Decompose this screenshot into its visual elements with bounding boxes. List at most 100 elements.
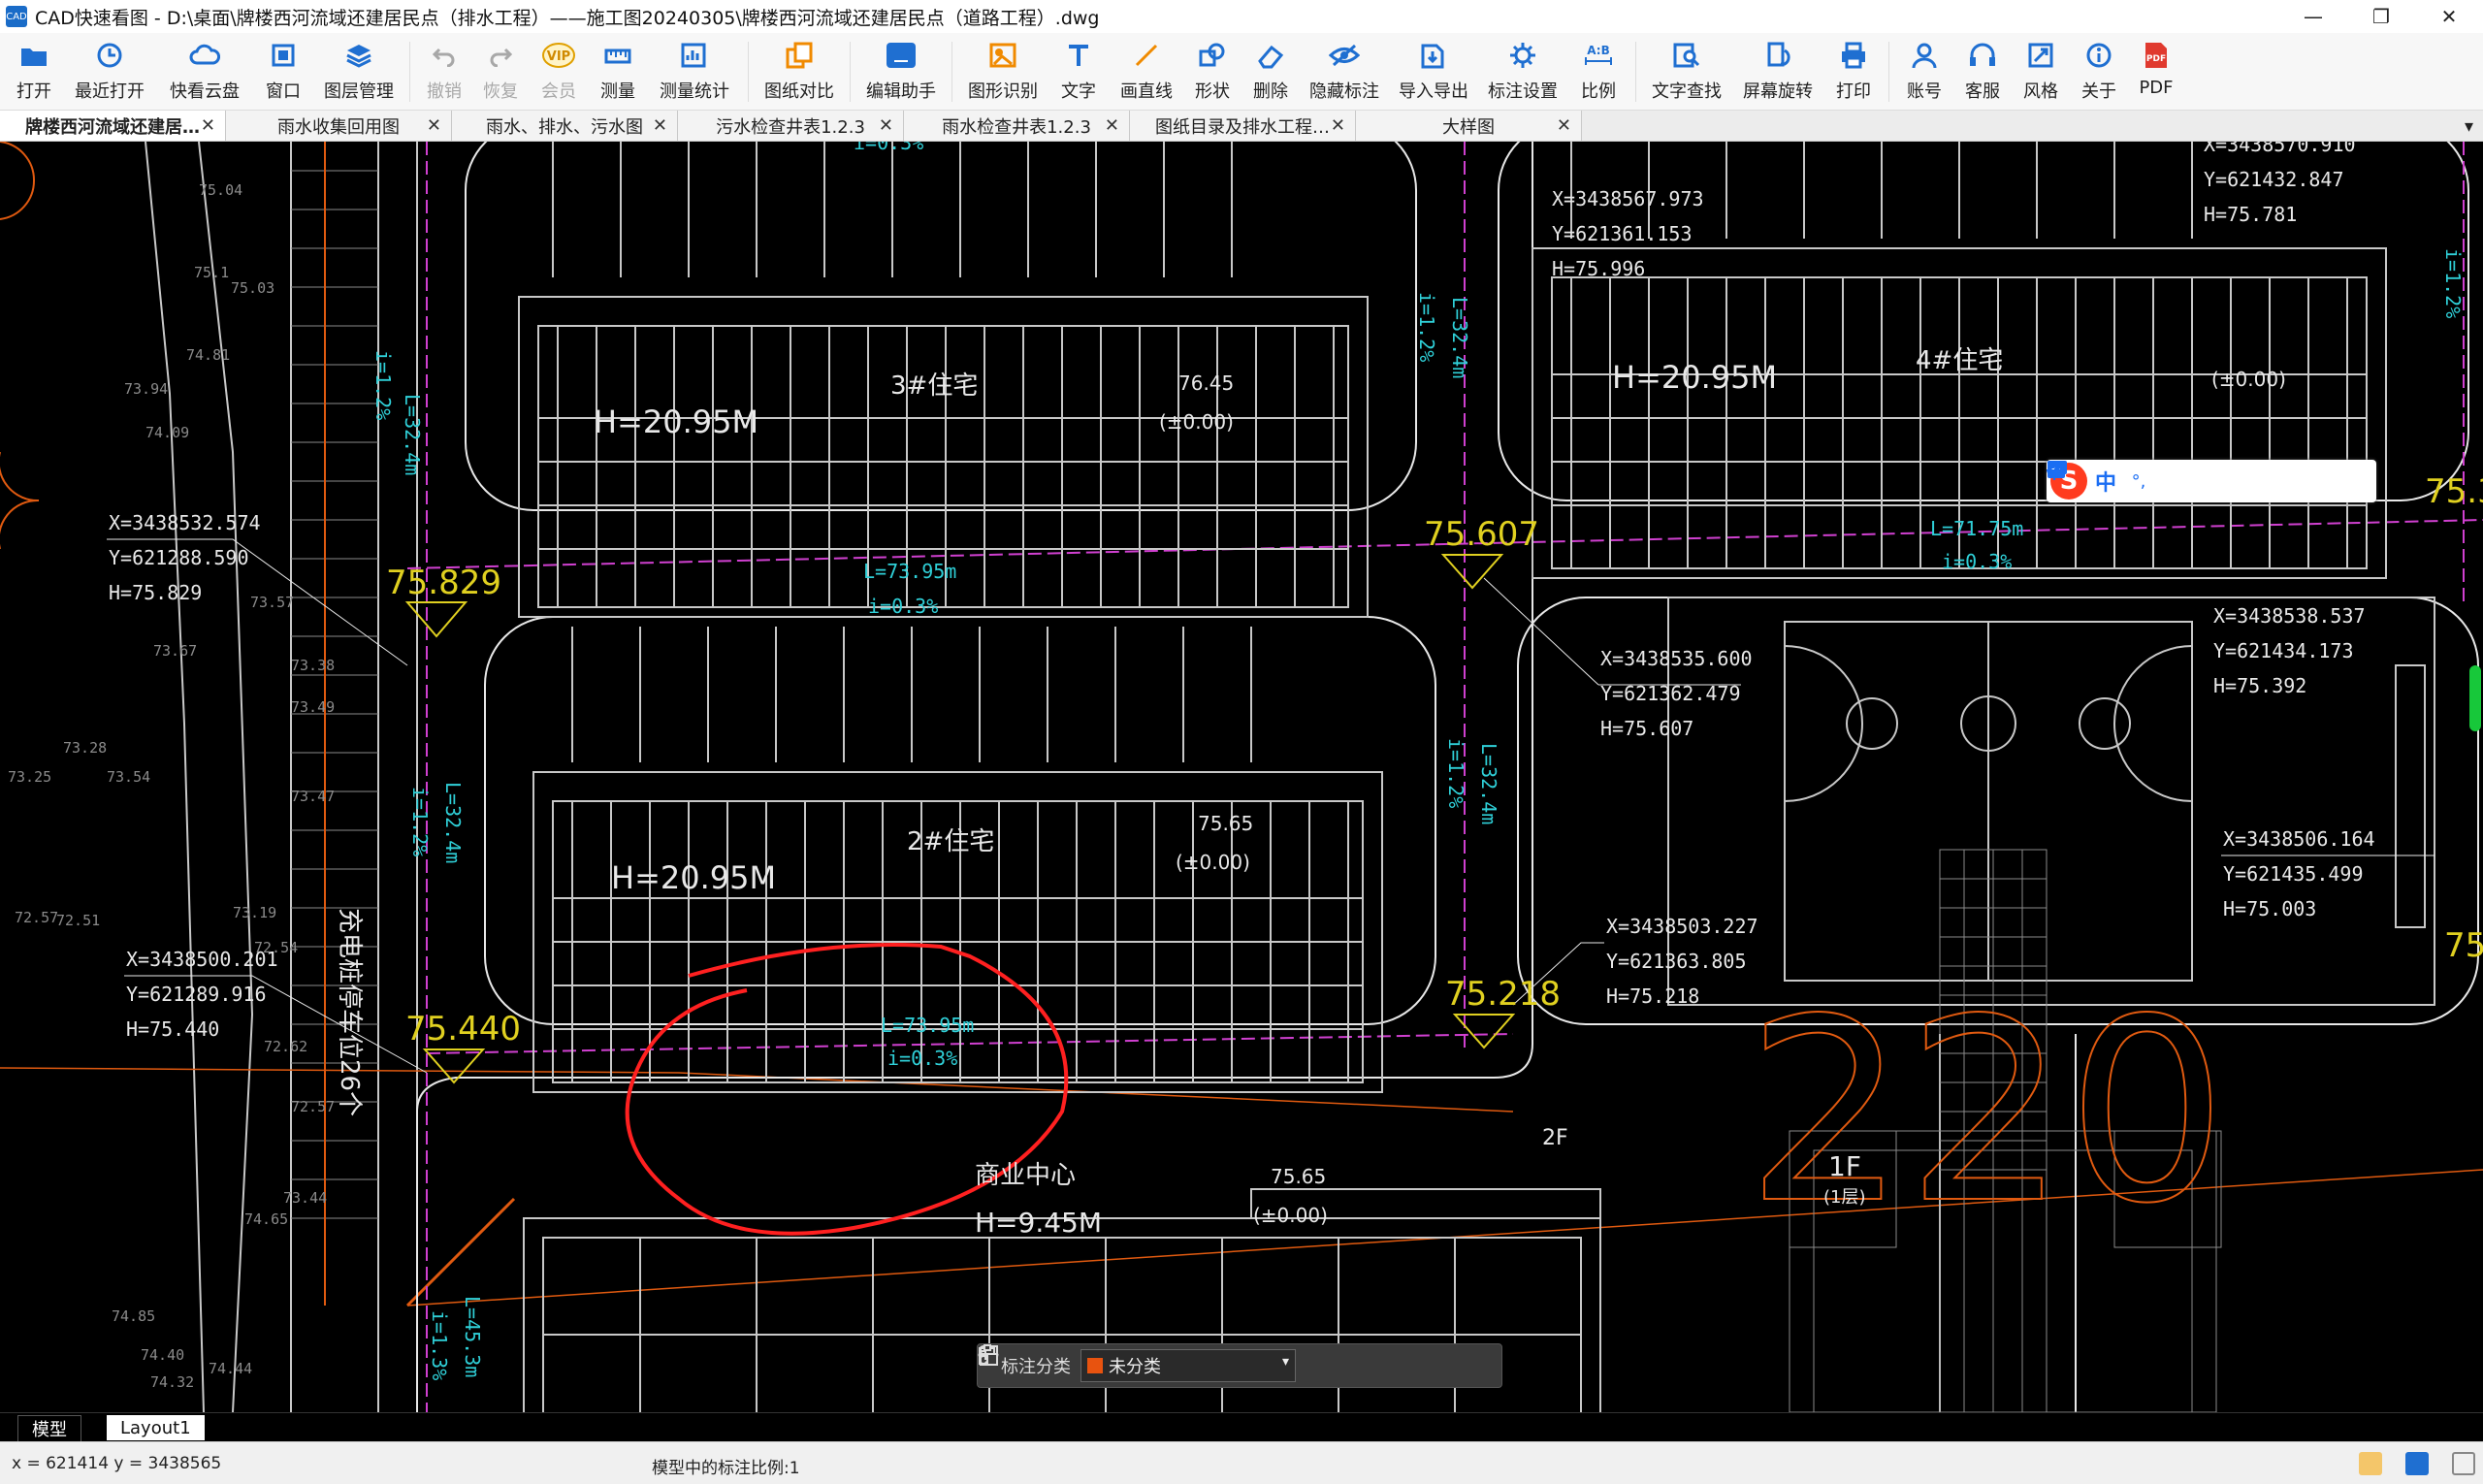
cloud-disk-button[interactable]: 快看云盘 (157, 33, 252, 111)
rotate-screen-button[interactable]: 屏幕旋转 (1731, 33, 1824, 111)
ime-settings-gear-icon[interactable] (2048, 462, 2338, 494)
annotation-category-bar: 标注分类 未分类 ▾ (977, 1343, 1502, 1388)
svg-text:72.57: 72.57 (15, 909, 58, 926)
recent-button[interactable]: 最近打开 (62, 33, 157, 111)
annotation-settings-button[interactable]: 标注设置 (1478, 33, 1567, 111)
screen-status-icon[interactable] (2405, 1452, 2429, 1475)
ime-mode-toggle[interactable]: 中 (2095, 466, 2116, 497)
shape-recognize-button[interactable]: 图形识别 (958, 33, 1048, 111)
tab-rain-manhole-table[interactable]: 雨水检查井表1.2.3 ✕ (904, 111, 1130, 141)
maximize-button[interactable]: ❐ (2347, 0, 2415, 33)
annotation-category-value: 未分类 (1109, 1357, 1161, 1377)
tab-menu-chevron-down-icon[interactable]: ▾ (2465, 116, 2473, 137)
apps-grid-icon[interactable] (2048, 461, 2306, 494)
svg-text:76.45: 76.45 (1178, 371, 1234, 395)
right-scroll-handle[interactable] (2469, 665, 2481, 731)
paste-annotation-icon[interactable] (980, 1344, 1459, 1378)
tab-close-icon[interactable]: ✕ (653, 115, 667, 136)
skin-shirt-icon[interactable] (2048, 461, 2244, 494)
about-button[interactable]: 关于 (2070, 33, 2128, 111)
gamepad-icon[interactable] (2048, 462, 2275, 494)
red-freehand-annotation[interactable] (625, 943, 1069, 1236)
account-button[interactable]: 账号 (1895, 33, 1953, 111)
annotation-category-select[interactable]: 未分类 ▾ (1080, 1349, 1296, 1382)
keyboard-icon[interactable] (2048, 461, 2213, 494)
tab-rain-drain-sewage[interactable]: 雨水、排水、污水图 ✕ (452, 111, 678, 141)
tab-close-icon[interactable]: ✕ (427, 115, 441, 136)
tab-label: 大样图 (1442, 116, 1495, 138)
delete-button[interactable]: 删除 (1242, 33, 1300, 111)
copy-annotation-icon[interactable] (979, 1345, 1418, 1378)
orange-boundary-line (0, 1067, 1514, 1113)
tab-rainwater-reuse[interactable]: 雨水收集回用图 ✕ (226, 111, 452, 141)
edit-annotation-icon[interactable] (979, 1346, 1337, 1378)
drawing-canvas[interactable]: 220 i=0.3% L=73.95m i=0.3% L=71.75m i=0.… (0, 142, 2483, 1412)
text-search-button[interactable]: 文字查找 (1642, 33, 1731, 111)
microphone-icon[interactable] (2047, 461, 2182, 494)
scale-button[interactable]: A:B 比例 (1567, 33, 1629, 111)
tab-label: 雨水收集回用图 (277, 116, 400, 138)
vip-button[interactable]: VIP 会员 (529, 33, 589, 111)
window-button[interactable]: 窗口 (252, 33, 314, 111)
shape-button[interactable]: 形状 (1183, 33, 1242, 111)
redo-button[interactable]: 恢复 (472, 33, 529, 111)
print-button[interactable]: 打印 (1824, 33, 1883, 111)
vip-icon: VIP (542, 43, 575, 68)
undo-button[interactable]: 撤销 (416, 33, 472, 111)
draw-line-button[interactable]: 画直线 (1110, 33, 1183, 111)
folder-status-icon[interactable] (2359, 1452, 2382, 1475)
tab-label: 图纸目录及排水工程… (1155, 116, 1330, 138)
pdf-button[interactable]: PDF PDF (2128, 33, 2184, 111)
compare-button[interactable]: 图纸对比 (755, 33, 844, 111)
text-button[interactable]: 文字 (1048, 33, 1110, 111)
measure-stats-button[interactable]: 测量统计 (647, 33, 742, 111)
tab-close-icon[interactable]: ✕ (201, 115, 215, 136)
window-label: 窗口 (266, 81, 301, 102)
svg-text:73.25: 73.25 (8, 768, 51, 786)
tab-close-icon[interactable]: ✕ (1557, 115, 1571, 136)
annotation-settings-label: 标注设置 (1488, 81, 1558, 102)
pipe-label: L=32.4m (401, 394, 424, 475)
layer-manager-button[interactable]: 图层管理 (314, 33, 403, 111)
tab-drawing-road[interactable]: 牌楼西河流域还建居… ✕ (0, 111, 226, 141)
rotate-icon (1767, 42, 1790, 67)
svg-text:74.81: 74.81 (186, 346, 230, 364)
annotation-scale-text: 模型中的标注比例:1 (652, 1459, 800, 1478)
pipe-label: L=73.95m (881, 1014, 974, 1037)
ime-punctuation-icon[interactable]: °, (2126, 468, 2151, 494)
svg-text:H=75.607: H=75.607 (1600, 717, 1693, 740)
style-button[interactable]: 风格 (2012, 33, 2070, 111)
svg-text:74.85: 74.85 (112, 1307, 155, 1325)
import-export-button[interactable]: 导入导出 (1389, 33, 1478, 111)
customer-service-button[interactable]: 客服 (1953, 33, 2012, 111)
tab-sewage-manhole-table[interactable]: 污水检查井表1.2.3 ✕ (678, 111, 904, 141)
edit-assistant-button[interactable]: 编辑助手 (856, 33, 946, 111)
svg-text:73.38: 73.38 (291, 657, 335, 674)
ime-toolbar[interactable]: S 中 °, (2047, 460, 2376, 502)
cad-drawing[interactable]: 220 i=0.3% L=73.95m i=0.3% L=71.75m i=0.… (0, 142, 2483, 1412)
tab-close-icon[interactable]: ✕ (1105, 115, 1119, 136)
open-button[interactable]: 打开 (6, 33, 62, 111)
tab-drawing-index[interactable]: 图纸目录及排水工程… ✕ (1130, 111, 1356, 141)
tab-close-icon[interactable]: ✕ (1331, 115, 1345, 136)
parking-stalls (291, 170, 378, 1219)
hide-annotation-icon (1329, 44, 1360, 67)
shape-label: 形状 (1195, 81, 1230, 102)
svg-text:74.32: 74.32 (150, 1373, 194, 1391)
move-annotation-icon[interactable] (978, 1344, 1377, 1378)
fullscreen-icon[interactable] (2452, 1452, 2475, 1475)
cursor-coordinates: x = 621414 y = 3438565 (12, 1454, 222, 1473)
line-icon (1135, 44, 1158, 67)
close-window-button[interactable]: ✕ (2415, 0, 2483, 33)
measure-button[interactable]: 测量 (589, 33, 647, 111)
compare-label: 图纸对比 (764, 81, 834, 102)
svg-text:74.44: 74.44 (209, 1360, 252, 1377)
window-title: CAD快速看图 - D:\桌面\牌楼西河流域还建居民点（排水工程）——施工图20… (35, 7, 1100, 29)
tab-layout1[interactable]: Layout1 (107, 1415, 205, 1440)
tab-close-icon[interactable]: ✕ (879, 115, 893, 136)
hide-annotation-button[interactable]: 隐藏标注 (1300, 33, 1389, 111)
redo-label: 恢复 (483, 81, 518, 102)
minimize-button[interactable]: — (2279, 0, 2347, 33)
tab-model[interactable]: 模型 (17, 1415, 81, 1441)
tab-detail-drawing[interactable]: 大样图 ✕ (1356, 111, 1582, 141)
